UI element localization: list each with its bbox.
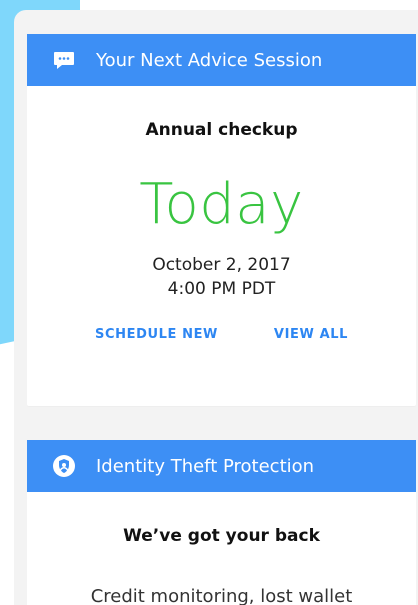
identity-protection-title: Identity Theft Protection: [96, 455, 315, 477]
identity-protection-subtitle: We’ve got your back: [123, 526, 320, 546]
chat-bubble-icon: [52, 48, 76, 72]
identity-protection-description: Credit monitoring, lost wallet: [90, 586, 353, 605]
view-all-button[interactable]: VIEW ALL: [274, 327, 348, 342]
advice-session-body: Annual checkup Today October 2, 2017 4:0…: [27, 120, 416, 342]
session-time: 4:00 PM PDT: [167, 279, 276, 299]
advice-session-title: Your Next Advice Session: [96, 49, 323, 71]
identity-protection-card: Identity Theft Protection We’ve got your…: [27, 440, 416, 605]
session-actions: SCHEDULE NEW VIEW ALL: [27, 327, 416, 342]
session-name: Annual checkup: [145, 120, 298, 140]
session-day-label: Today: [139, 172, 304, 237]
schedule-new-button[interactable]: SCHEDULE NEW: [95, 327, 218, 342]
session-date: October 2, 2017: [152, 255, 291, 275]
advice-session-card: Your Next Advice Session Annual checkup …: [27, 34, 416, 406]
shield-icon: [52, 454, 76, 478]
identity-protection-header: Identity Theft Protection: [27, 440, 416, 492]
advice-session-header: Your Next Advice Session: [27, 34, 416, 86]
app-screen: Your Next Advice Session Annual checkup …: [0, 0, 418, 605]
